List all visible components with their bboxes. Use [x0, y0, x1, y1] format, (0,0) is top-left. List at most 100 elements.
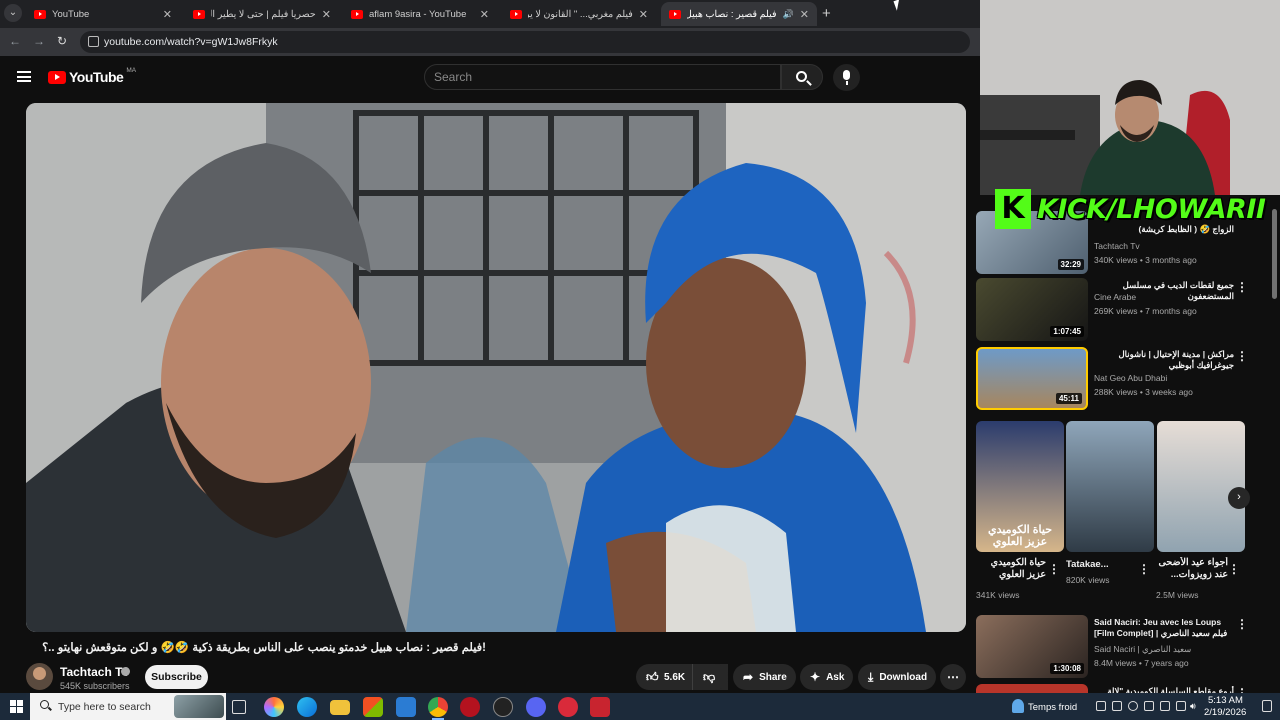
video-thumbnail[interactable]: 1:30:08	[976, 615, 1088, 678]
weather-text[interactable]: Temps froid	[1028, 702, 1077, 713]
ask-button[interactable]: ✦ Ask	[800, 664, 853, 690]
video-title[interactable]: مراكش | مدينة الإحتيال | ناشونال جيوغراف…	[1094, 349, 1234, 371]
more-actions-button[interactable]: ⋯	[940, 664, 966, 690]
clock-time[interactable]: 5:13 AM	[1208, 695, 1243, 706]
more-vertical-icon[interactable]	[1228, 562, 1240, 576]
video-frame	[26, 103, 966, 632]
tray-icon[interactable]	[1160, 701, 1170, 711]
task-view-icon[interactable]	[232, 700, 246, 714]
scrollbar-thumb[interactable]	[1272, 209, 1277, 299]
short-thumbnail[interactable]: حياة الكوميدي عزيز العلوي كاملا...	[976, 421, 1064, 552]
logo-text: YouTube	[69, 69, 124, 85]
tray-icon[interactable]	[1096, 701, 1106, 711]
close-icon[interactable]: ✕	[163, 8, 172, 21]
discord-icon[interactable]	[526, 697, 546, 717]
video-title[interactable]: Said Naciri: Jeu avec les Loups [Film Co…	[1094, 617, 1234, 639]
short-overlay-text: حياة الكوميدي عزيز العلوي كاملا...	[987, 524, 1053, 548]
scrollbar[interactable]	[1272, 195, 1278, 685]
channel-name[interactable]: Said Naciri | سعيد الناصري	[1094, 644, 1191, 655]
reload-icon[interactable]: ↻	[57, 34, 67, 48]
speaker-icon[interactable]: 🔊	[783, 9, 794, 20]
app-icon[interactable]	[590, 697, 610, 717]
search-input[interactable]	[434, 70, 764, 84]
back-arrow-icon[interactable]: ←	[9, 34, 21, 48]
obs-icon[interactable]	[493, 697, 513, 717]
close-icon[interactable]: ✕	[322, 8, 331, 21]
copilot-icon[interactable]	[264, 697, 284, 717]
volume-icon[interactable]: 🔊︎	[1190, 701, 1200, 711]
new-tab-icon[interactable]: +	[822, 5, 831, 22]
short-thumbnail[interactable]	[1066, 421, 1154, 552]
notification-icon[interactable]	[1262, 700, 1272, 712]
site-info-icon[interactable]	[88, 36, 99, 47]
network-icon[interactable]	[1176, 701, 1186, 711]
weather-icon[interactable]	[1012, 699, 1024, 713]
browser-tab[interactable]: فيلم مغربي... " القانون لا يرحم " - ✕	[502, 2, 656, 26]
close-icon[interactable]: ✕	[480, 8, 489, 21]
country-code: MA	[126, 67, 137, 74]
short-thumbnail[interactable]	[1157, 421, 1245, 552]
subscribe-button[interactable]: Subscribe	[145, 665, 208, 689]
forward-arrow-icon[interactable]: →	[33, 34, 45, 48]
more-vertical-icon[interactable]	[1048, 562, 1060, 576]
short-title[interactable]: أجواء عيد الأضحى عند زويزوات...	[1156, 557, 1228, 581]
list-item[interactable]: 1:07:45 جميع لقطات الديب في مسلسل المستض…	[976, 278, 1276, 342]
app-icon[interactable]	[558, 697, 578, 717]
close-icon[interactable]: ✕	[639, 8, 648, 21]
app-icon[interactable]	[460, 697, 480, 717]
more-vertical-icon[interactable]	[1236, 617, 1248, 631]
search-icon	[796, 71, 807, 82]
tray-icon[interactable]	[1112, 701, 1122, 711]
tray-icon[interactable]	[1128, 701, 1138, 711]
file-explorer-icon[interactable]	[330, 700, 350, 715]
outlook-icon[interactable]	[396, 697, 416, 717]
more-vertical-icon[interactable]	[1236, 280, 1248, 294]
tab-search-icon[interactable]: ⌄	[4, 4, 22, 22]
microphone-icon	[843, 70, 850, 85]
search-button[interactable]	[781, 64, 823, 90]
share-icon: ➦	[743, 670, 754, 684]
menu-icon[interactable]	[17, 71, 31, 82]
taskbar-search-box[interactable]: Type here to search	[30, 693, 226, 720]
browser-tab[interactable]: YouTube ✕	[26, 2, 180, 26]
list-item[interactable]: 1:30:08 Said Naciri: Jeu avec les Loups …	[976, 615, 1276, 679]
short-title[interactable]: Tatakae...	[1066, 559, 1109, 570]
chevron-right-icon[interactable]: ›	[1228, 487, 1250, 509]
video-thumbnail[interactable]: 45:11	[976, 347, 1088, 410]
share-label: Share	[759, 671, 787, 683]
more-vertical-icon[interactable]	[1236, 349, 1248, 363]
search-box[interactable]	[424, 64, 781, 90]
clock-date[interactable]: 2/19/2026	[1204, 707, 1246, 718]
more-vertical-icon[interactable]	[1138, 562, 1150, 576]
recommendations-panel: 32:29 الزواج 🤣 ( الظابط كريشة) Tachtach …	[975, 195, 1280, 694]
thumbs-up-icon: 👍︎	[646, 670, 659, 684]
short-title[interactable]: حياة الكوميدي عزيز العلوي كلها...	[976, 557, 1046, 581]
microsoft-store-icon[interactable]	[363, 697, 383, 717]
browser-tab[interactable]: aflam 9asira - YouTube ✕	[343, 2, 497, 26]
edge-icon[interactable]	[297, 697, 317, 717]
share-button[interactable]: ➦ Share	[733, 664, 796, 690]
download-button[interactable]: ⤓ Download	[858, 664, 936, 690]
sparkle-icon: ✦	[810, 670, 821, 684]
windows-start-icon[interactable]	[10, 700, 23, 713]
dislike-button[interactable]: 👎︎	[692, 664, 728, 690]
tray-icon[interactable]	[1144, 701, 1154, 711]
youtube-header: YouTube MA	[0, 56, 980, 100]
channel-avatar[interactable]	[26, 663, 53, 690]
browser-tab[interactable]: حصريا فيلم | حتى لا يطير الدخان ✕	[185, 2, 339, 26]
channel-name[interactable]: Cine Arabe	[1094, 292, 1136, 302]
youtube-logo[interactable]: YouTube MA	[48, 67, 137, 85]
channel-name[interactable]: Tachtach Tv	[60, 665, 129, 679]
duration-badge: 1:07:45	[1050, 326, 1084, 337]
chrome-icon[interactable]	[428, 697, 448, 720]
channel-name[interactable]: Nat Geo Abu Dhabi	[1094, 373, 1167, 383]
download-label: Download	[879, 671, 928, 683]
address-bar[interactable]: youtube.com/watch?v=gW1Jw8Frkyk	[80, 31, 970, 53]
browser-tab-active[interactable]: فيلم قصير : نصاب هبيل خد... 🔊 ✕	[661, 2, 817, 26]
video-thumbnail[interactable]: 1:07:45	[976, 278, 1088, 341]
list-item[interactable]: 45:11 مراكش | مدينة الإحتيال | ناشونال ج…	[976, 347, 1276, 411]
video-player[interactable]	[26, 103, 966, 632]
voice-search-button[interactable]	[833, 64, 860, 91]
channel-name[interactable]: Tachtach Tv	[1094, 241, 1140, 251]
close-icon[interactable]: ✕	[800, 8, 809, 21]
